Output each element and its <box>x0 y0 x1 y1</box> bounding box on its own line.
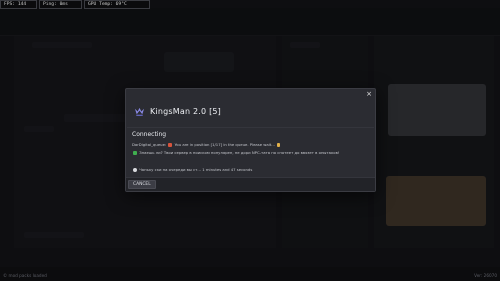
footer-version-text: Ver: 26070 <box>474 273 497 278</box>
tip-text: Знаешь ли? Твои сервер в поиском популяр… <box>138 150 340 155</box>
connecting-modal: × KingsMan 2.0 [5] Connecting DarDigital… <box>125 88 376 192</box>
gpu-temp-counter: GPU Temp: 69°C <box>84 0 150 9</box>
modal-footer: CANCEL <box>126 177 375 191</box>
queue-position-text: You are in position [1/17] in the queue.… <box>173 142 277 147</box>
close-icon[interactable]: × <box>366 90 372 98</box>
modal-header: KingsMan 2.0 [5] <box>134 106 221 117</box>
ping-counter: Ping: 0ms <box>39 0 82 9</box>
queue-message: DarDigital_queue: You are in position [1… <box>132 142 281 147</box>
performance-overlay: FPS: 144 Ping: 0ms GPU Temp: 69°C <box>0 0 150 9</box>
flag-emoji-icon <box>168 142 173 147</box>
cancel-button[interactable]: CANCEL <box>128 180 156 189</box>
header-divider <box>127 127 374 128</box>
eta-text: Чаньку ски на очереди вы ст... 1 minutes… <box>138 167 253 172</box>
eta-message: Чаньку ски на очереди вы ст... 1 minutes… <box>132 167 252 172</box>
kingsman-logo-icon <box>134 107 145 116</box>
tip-message: Знаешь ли? Твои сервер в поиском популяр… <box>132 150 339 155</box>
connection-status-title: Connecting <box>132 131 167 138</box>
check-emoji-icon <box>133 150 137 155</box>
footer-status-text: © mod packs loaded <box>3 273 47 278</box>
clock-emoji-icon <box>133 167 137 172</box>
queue-name: DarDigital_queue: <box>132 142 168 147</box>
hourglass-emoji-icon <box>277 142 281 147</box>
fps-counter: FPS: 144 <box>0 0 37 9</box>
server-name: KingsMan 2.0 [5] <box>150 107 222 116</box>
